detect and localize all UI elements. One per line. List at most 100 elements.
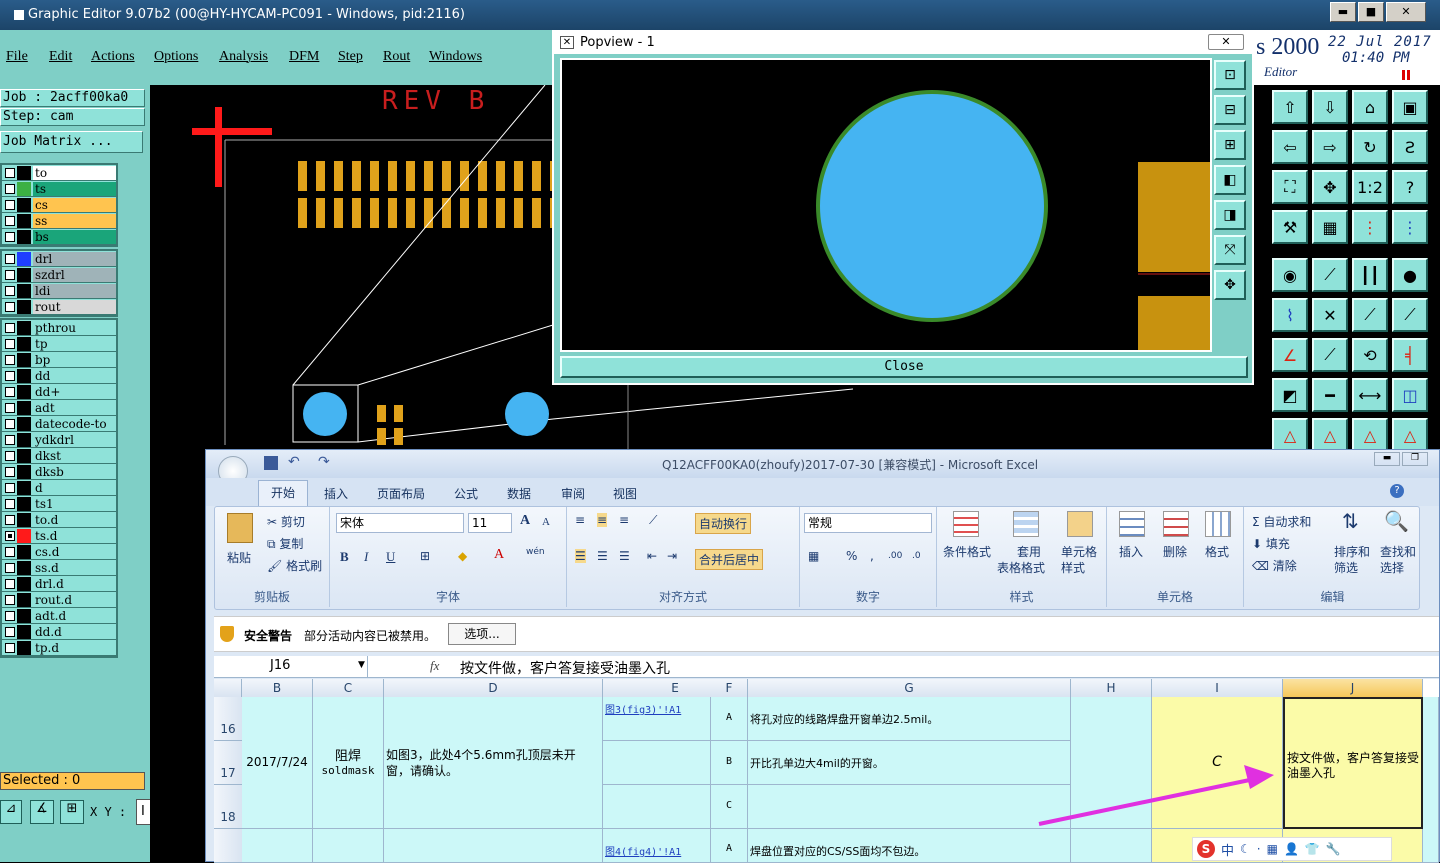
layer-color-swatch[interactable]: [17, 320, 31, 335]
layer-checkbox[interactable]: [5, 215, 15, 226]
select-line-icon[interactable]: ⟋: [1312, 258, 1348, 292]
wrap-text-button[interactable]: 自动换行: [695, 513, 752, 534]
angle-red-icon[interactable]: ∠: [1272, 338, 1308, 372]
layer-checkbox[interactable]: [5, 610, 15, 621]
align-bottom-icon[interactable]: ≡: [619, 513, 629, 527]
layer-checkbox[interactable]: [5, 434, 15, 445]
layer-row-ydkdrl[interactable]: ydkdrl: [2, 432, 116, 448]
tri-3-icon[interactable]: △: [1352, 418, 1388, 452]
net-red-icon[interactable]: ⋮: [1352, 210, 1388, 244]
layer-checkbox[interactable]: [5, 450, 15, 461]
layer-row-to[interactable]: to: [2, 165, 116, 181]
align-right-icon[interactable]: ☰: [619, 549, 630, 563]
layer-checkbox[interactable]: [5, 183, 15, 194]
layer-checkbox[interactable]: [5, 562, 15, 573]
close-button[interactable]: ✕: [1386, 2, 1426, 22]
tab-review[interactable]: 审阅: [561, 485, 585, 502]
tri-2-icon[interactable]: △: [1312, 418, 1348, 452]
line-node2-icon[interactable]: ⟋: [1392, 298, 1428, 332]
layer-color-swatch[interactable]: [17, 448, 31, 463]
layer-checkbox[interactable]: [5, 418, 15, 429]
grid-snap-icon[interactable]: ⊞: [60, 800, 84, 824]
layer-row-drl[interactable]: drl: [2, 251, 116, 267]
undo-icon[interactable]: ↶: [288, 454, 300, 470]
decrease-decimal-button[interactable]: .0: [912, 551, 921, 561]
layer-checkbox[interactable]: [5, 354, 15, 365]
layer-color-swatch[interactable]: [17, 544, 31, 559]
menu-file[interactable]: File: [6, 49, 28, 65]
tri-1-icon[interactable]: △: [1272, 418, 1308, 452]
layer-row-bs[interactable]: bs: [2, 229, 116, 245]
formula-input[interactable]: 按文件做，客户答复接受油墨入孔: [460, 658, 670, 678]
layer-checkbox[interactable]: [5, 642, 15, 653]
layer-row-dd-d[interactable]: dd.d: [2, 624, 116, 640]
zoom-down-icon[interactable]: ⊞: [1214, 130, 1246, 160]
layer-row-tp[interactable]: tp: [2, 336, 116, 352]
clear-button[interactable]: ⌫ 清除: [1252, 557, 1297, 574]
name-box-dropdown-icon[interactable]: ▼: [358, 660, 365, 670]
bold-button[interactable]: B: [340, 549, 349, 565]
tab-data[interactable]: 数据: [507, 485, 531, 502]
layer-checkbox[interactable]: [5, 498, 15, 509]
font-size-select[interactable]: 11: [468, 513, 512, 533]
help-icon[interactable]: ?: [1390, 484, 1404, 498]
layer-checkbox[interactable]: [5, 626, 15, 637]
fit-selection-icon[interactable]: ✥: [1312, 170, 1348, 204]
layer-row-ldi[interactable]: ldi: [2, 283, 116, 299]
keyboard-icon[interactable]: ▦: [1267, 842, 1278, 856]
layer-color-swatch[interactable]: [17, 299, 31, 314]
paste-icon[interactable]: [227, 513, 253, 543]
percent-button[interactable]: %: [846, 549, 857, 563]
layer-color-swatch[interactable]: [17, 464, 31, 479]
layer-color-swatch[interactable]: [17, 608, 31, 623]
connect-icon[interactable]: ⌇: [1272, 298, 1308, 332]
name-box[interactable]: J16: [214, 656, 368, 678]
job-matrix-button[interactable]: Job Matrix ...: [0, 131, 143, 153]
layer-row-bp[interactable]: bp: [2, 352, 116, 368]
layer-color-swatch[interactable]: [17, 432, 31, 447]
copy-button[interactable]: ⧉ 复制: [267, 535, 303, 552]
font-color-button[interactable]: A: [494, 547, 504, 563]
popup-canvas[interactable]: [560, 58, 1212, 352]
layer-checkbox[interactable]: [5, 269, 15, 280]
paste-button[interactable]: 粘贴: [227, 549, 251, 566]
moon-icon[interactable]: ☾: [1240, 842, 1251, 856]
pad-select-icon[interactable]: ◩: [1272, 378, 1308, 412]
tab-page-layout[interactable]: 页面布局: [377, 485, 425, 502]
layer-row-rout[interactable]: rout: [2, 299, 116, 315]
layer-color-swatch[interactable]: [17, 165, 31, 180]
split-icon[interactable]: ╡: [1392, 338, 1428, 372]
tab-home[interactable]: 开始: [258, 480, 308, 506]
layer-checkbox[interactable]: [5, 167, 15, 178]
layer-checkbox[interactable]: [5, 322, 15, 333]
format-cells-button[interactable]: 格式: [1205, 543, 1229, 560]
increase-indent-icon[interactable]: ⇥: [667, 549, 677, 563]
layer-color-swatch[interactable]: [17, 181, 31, 196]
zoom-home-icon[interactable]: ⊟: [1214, 95, 1246, 125]
layer-row-datecode-to[interactable]: datecode-to: [2, 416, 116, 432]
menu-step[interactable]: Step: [338, 49, 363, 65]
popup-close-button[interactable]: Close: [560, 356, 1248, 378]
layer-checkbox[interactable]: [5, 594, 15, 605]
layer-color-swatch[interactable]: [17, 213, 31, 228]
fill-button[interactable]: ⬇ 填充: [1252, 535, 1290, 552]
layer-checkbox[interactable]: [5, 514, 15, 525]
layer-checkbox[interactable]: [5, 402, 15, 413]
measure-tool-icon[interactable]: ⚒: [1272, 210, 1308, 244]
punct-icon[interactable]: ·: [1257, 842, 1261, 856]
layer-row-tp-d[interactable]: tp.d: [2, 640, 116, 656]
pause-icon[interactable]: [1402, 70, 1410, 80]
layer-color-swatch[interactable]: [17, 384, 31, 399]
layer-checkbox[interactable]: [5, 338, 15, 349]
layer-row-dksb[interactable]: dksb: [2, 464, 116, 480]
menu-actions[interactable]: Actions: [91, 49, 135, 65]
menu-edit[interactable]: Edit: [49, 49, 72, 65]
layer-color-swatch[interactable]: [17, 512, 31, 527]
layer-color-swatch[interactable]: [17, 528, 31, 543]
layer-color-swatch[interactable]: [17, 352, 31, 367]
zoom-up-icon[interactable]: ⇧: [1272, 90, 1308, 124]
layer-checkbox[interactable]: [5, 370, 15, 381]
maximize-button[interactable]: ■: [1358, 2, 1384, 22]
minimize-button[interactable]: ▬: [1330, 2, 1356, 22]
diagonal-icon[interactable]: ⟋: [1312, 338, 1348, 372]
